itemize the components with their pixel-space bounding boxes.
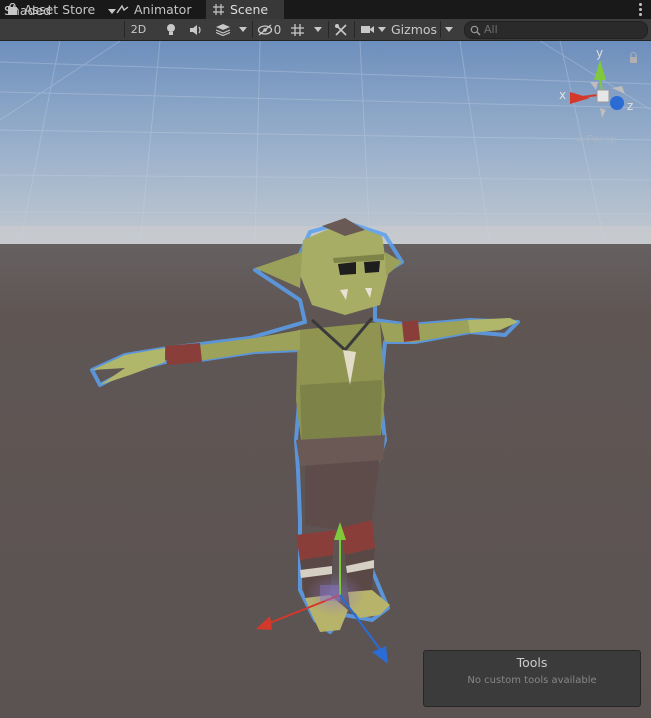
toolbar-divider xyxy=(252,21,253,38)
chevron-down-icon xyxy=(378,27,386,32)
chevron-down-icon xyxy=(445,27,453,32)
hidden-count: 0 xyxy=(273,22,282,37)
kebab-menu-icon[interactable] xyxy=(639,3,643,16)
projection-toggle[interactable]: < Persp xyxy=(574,133,617,146)
toolbar-divider xyxy=(124,21,125,38)
tab-animator[interactable]: Animator xyxy=(116,0,200,19)
2d-toggle-button[interactable]: 2D xyxy=(126,20,151,39)
draw-mode-dropdown[interactable]: Shaded xyxy=(0,1,121,20)
chevron-down-icon xyxy=(239,27,247,32)
layers-effects-icon xyxy=(215,24,231,36)
chevron-left-icon: < xyxy=(574,133,584,146)
toolbar-divider xyxy=(328,21,329,38)
draw-mode-value: Shaded xyxy=(4,3,52,18)
z-cone-icon[interactable] xyxy=(610,96,624,110)
scene-canvas[interactable] xyxy=(0,41,651,718)
gizmos-toggle-button[interactable]: Gizmos xyxy=(389,20,439,39)
tab-scene[interactable]: Scene xyxy=(206,0,284,19)
lighting-toggle-button[interactable] xyxy=(160,20,182,39)
camera-settings-button[interactable] xyxy=(357,20,377,39)
search-icon xyxy=(470,25,481,36)
2d-label: 2D xyxy=(130,23,147,36)
camera-dropdown[interactable] xyxy=(376,20,388,39)
component-tools-button[interactable] xyxy=(330,20,352,39)
axis-z-label: z xyxy=(627,99,634,113)
scene-visibility-button[interactable]: 0 xyxy=(255,20,283,39)
tools-overlay-message: No custom tools available xyxy=(467,675,597,686)
search-placeholder: All xyxy=(484,23,498,36)
audio-toggle-button[interactable] xyxy=(185,20,207,39)
toolbar-divider xyxy=(354,21,355,38)
effects-dropdown[interactable] xyxy=(236,20,250,39)
tools-overlay-title: Tools xyxy=(516,655,548,670)
axis-y-label: y xyxy=(596,46,604,60)
tab-label: Scene xyxy=(230,2,269,17)
grid-toggle-button[interactable] xyxy=(286,20,308,39)
toolbar-divider xyxy=(440,21,441,38)
grid-icon xyxy=(290,23,304,36)
lightbulb-icon xyxy=(167,24,175,35)
projection-label: Persp xyxy=(586,133,617,146)
center-cube[interactable] xyxy=(596,89,610,103)
tools-overlay-panel[interactable]: Tools No custom tools available xyxy=(423,650,641,707)
effects-toggle-button[interactable] xyxy=(211,20,235,39)
tools-crossed-icon xyxy=(335,23,347,36)
video-camera-icon xyxy=(360,26,374,33)
axis-x-label: x xyxy=(559,88,567,102)
grid-hash-icon xyxy=(213,4,224,15)
scene-search-field[interactable]: All xyxy=(464,21,648,39)
chevron-down-icon xyxy=(314,27,322,32)
grid-dropdown[interactable] xyxy=(311,20,325,39)
chevron-down-icon xyxy=(108,9,116,14)
plane-handle[interactable] xyxy=(320,585,340,601)
gizmos-label: Gizmos xyxy=(390,22,438,37)
gizmos-dropdown[interactable] xyxy=(442,20,456,39)
scene-viewport[interactable]: y x z < Persp xyxy=(0,41,651,718)
tab-label: Animator xyxy=(134,2,192,17)
eye-slash-icon xyxy=(257,24,272,35)
speaker-icon xyxy=(190,24,201,35)
